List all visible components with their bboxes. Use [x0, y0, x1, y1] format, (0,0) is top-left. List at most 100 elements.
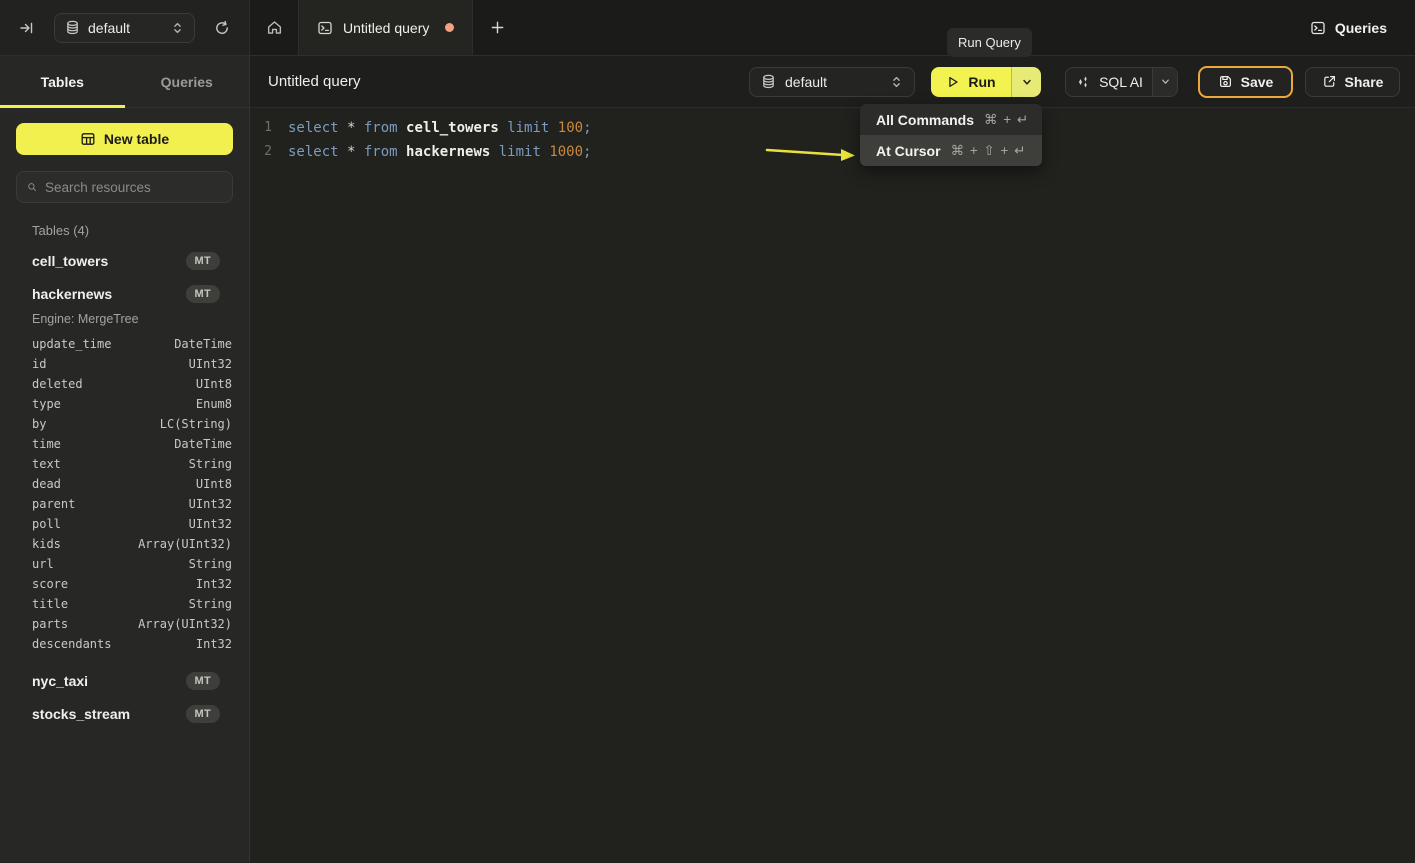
line-number: 1	[250, 116, 288, 140]
column-row-descendants[interactable]: descendantsInt32	[32, 634, 232, 654]
sql-token: 100	[558, 120, 583, 136]
refresh-icon	[214, 20, 230, 36]
tab-untitled-query[interactable]: Untitled query	[298, 0, 473, 55]
sql-token: cell_towers	[406, 120, 507, 136]
code-line-1[interactable]: 1select * from cell_towers limit 100;	[250, 116, 1415, 140]
database-icon	[761, 74, 776, 89]
column-row-score[interactable]: scoreInt32	[32, 574, 232, 594]
search-box[interactable]	[16, 171, 233, 203]
sql-token: hackernews	[406, 144, 499, 160]
menu-item-at-cursor[interactable]: At Cursor ⌘ + ⇧ + ↵	[860, 135, 1042, 166]
column-name: poll	[32, 517, 189, 531]
app-window: default Untitled query Queries	[0, 0, 1415, 863]
column-row-dead[interactable]: deadUInt8	[32, 474, 232, 494]
toolbar-database-selector[interactable]: default	[749, 67, 915, 97]
home-icon	[266, 19, 283, 36]
sidebar: Tables Queries New table Tables (4) cell…	[0, 56, 250, 862]
toolbar-controls: default Run	[749, 66, 1400, 98]
new-table-button[interactable]: New table	[16, 123, 233, 155]
sql-token: *	[347, 120, 364, 136]
annotation-arrow	[764, 142, 860, 168]
column-row-update_time[interactable]: update_timeDateTime	[32, 334, 232, 354]
column-row-by[interactable]: byLC(String)	[32, 414, 232, 434]
sidebar-tab-queries[interactable]: Queries	[125, 56, 250, 107]
tab-bar: Untitled query Queries	[250, 0, 1415, 55]
tables-section-label: Tables (4)	[32, 223, 233, 238]
column-type: LC(String)	[160, 417, 232, 431]
query-toolbar: Untitled query default Run	[250, 56, 1415, 108]
table-item-stocks_stream[interactable]: stocks_streamMT	[16, 697, 233, 730]
table-engine-label: Engine: MergeTree	[16, 310, 233, 332]
database-selector-value: default	[88, 20, 163, 36]
column-row-parts[interactable]: partsArray(UInt32)	[32, 614, 232, 634]
table-item-hackernews[interactable]: hackernewsMT	[16, 277, 233, 310]
run-options-menu: All Commands⌘ + ↵ At Cursor ⌘ + ⇧ + ↵	[860, 104, 1042, 166]
sql-editor[interactable]: 1select * from cell_towers limit 100;2se…	[250, 108, 1415, 862]
column-row-parent[interactable]: parentUInt32	[32, 494, 232, 514]
column-row-url[interactable]: urlString	[32, 554, 232, 574]
column-row-time[interactable]: timeDateTime	[32, 434, 232, 454]
new-tab-button[interactable]	[473, 0, 521, 55]
column-name: kids	[32, 537, 138, 551]
queries-button[interactable]: Queries	[1282, 0, 1415, 55]
sql-token: select	[288, 144, 347, 160]
home-button[interactable]	[250, 0, 298, 55]
line-number: 2	[250, 140, 288, 164]
search-input[interactable]	[45, 180, 222, 195]
column-name: by	[32, 417, 160, 431]
sidebar-tab-tables[interactable]: Tables	[0, 56, 125, 107]
query-workspace: Untitled query default Run	[250, 56, 1415, 862]
column-name: url	[32, 557, 189, 571]
run-options-button[interactable]	[1011, 67, 1041, 97]
menu-item-shortcut: ⌘ + ↵	[984, 112, 1029, 128]
table-name: stocks_stream	[32, 706, 186, 722]
column-row-poll[interactable]: pollUInt32	[32, 514, 232, 534]
collapse-sidebar-button[interactable]	[14, 15, 40, 41]
menu-item-shortcut: ⌘ + ⇧ + ↵	[951, 143, 1027, 159]
sidebar-tab-tables-label: Tables	[41, 74, 84, 90]
column-row-id[interactable]: idUInt32	[32, 354, 232, 374]
table-item-nyc_taxi[interactable]: nyc_taxiMT	[16, 664, 233, 697]
database-selector[interactable]: default	[54, 13, 195, 43]
run-query-tooltip: Run Query	[947, 28, 1032, 57]
sidebar-tabs: Tables Queries	[0, 56, 249, 108]
mergetree-badge: MT	[186, 705, 220, 723]
query-title: Untitled query	[268, 73, 361, 90]
chevron-down-icon	[1021, 76, 1033, 88]
refresh-button[interactable]	[209, 15, 235, 41]
updown-chevron-icon	[171, 21, 184, 35]
column-name: update_time	[32, 337, 174, 351]
column-type: UInt32	[189, 497, 232, 511]
sidebar-body: New table Tables (4) cell_towersMThacker…	[0, 108, 249, 862]
column-row-title[interactable]: titleString	[32, 594, 232, 614]
menu-item-all-commands[interactable]: All Commands⌘ + ↵	[860, 104, 1042, 135]
sql-ai-options-button[interactable]	[1152, 68, 1177, 96]
column-type: String	[189, 457, 232, 471]
column-type: UInt32	[189, 357, 232, 371]
sql-ai-button[interactable]: SQL AI	[1066, 68, 1152, 96]
menu-item-label: At Cursor	[876, 143, 941, 159]
sql-ai-split-button: SQL AI	[1065, 67, 1178, 97]
column-row-text[interactable]: textString	[32, 454, 232, 474]
sql-token: from	[364, 144, 406, 160]
column-name: id	[32, 357, 189, 371]
save-button[interactable]: Save	[1198, 66, 1293, 98]
column-type: UInt8	[196, 477, 232, 491]
column-type: UInt8	[196, 377, 232, 391]
sql-token: limit	[499, 144, 550, 160]
column-row-deleted[interactable]: deletedUInt8	[32, 374, 232, 394]
column-name: time	[32, 437, 174, 451]
play-icon	[946, 75, 960, 89]
columns-list: update_timeDateTimeidUInt32deletedUInt8t…	[16, 332, 233, 664]
search-icon	[27, 180, 37, 194]
column-type: Enum8	[196, 397, 232, 411]
column-name: parent	[32, 497, 189, 511]
column-row-kids[interactable]: kidsArray(UInt32)	[32, 534, 232, 554]
column-row-type[interactable]: typeEnum8	[32, 394, 232, 414]
sidebar-header: default	[0, 0, 250, 55]
share-icon	[1322, 74, 1337, 89]
column-name: dead	[32, 477, 196, 491]
run-button[interactable]: Run	[931, 67, 1011, 97]
table-item-cell_towers[interactable]: cell_towersMT	[16, 244, 233, 277]
share-button[interactable]: Share	[1305, 67, 1400, 97]
